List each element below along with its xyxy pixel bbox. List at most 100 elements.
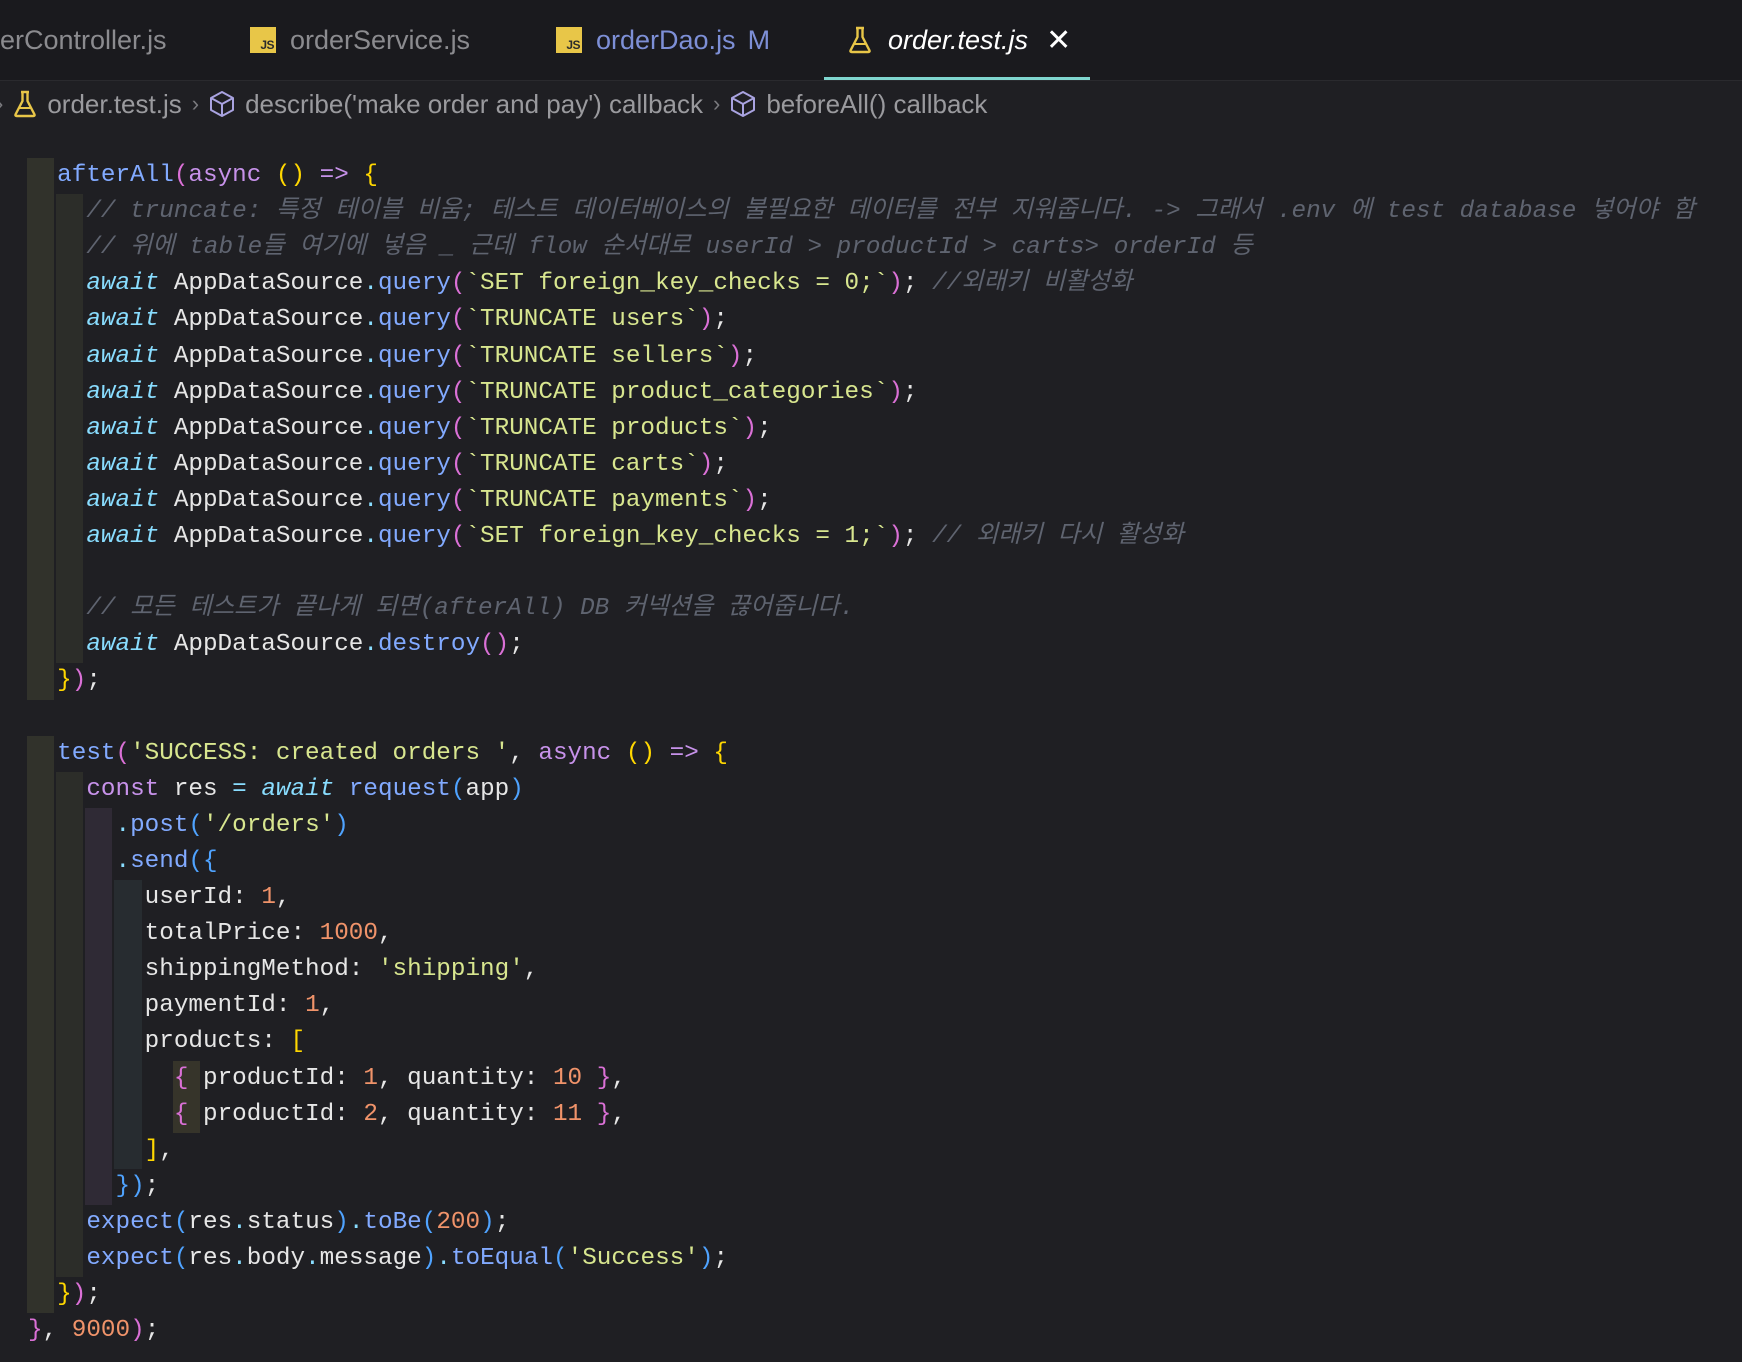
code-token: 1000 — [319, 920, 378, 948]
code-token: ; — [494, 1208, 510, 1236]
code-token: : — [261, 1028, 291, 1056]
code-token: ) — [130, 1317, 145, 1345]
code-editor[interactable]: afterAll(async () => { // truncate: 특정 테… — [0, 142, 1742, 1362]
code-token: } — [28, 1317, 43, 1345]
code-token: ( — [450, 450, 466, 478]
code-token: ) — [71, 667, 87, 695]
code-token: ) — [888, 270, 903, 298]
code-line: }); — [28, 1277, 101, 1313]
code-token: . — [363, 523, 378, 550]
code-line: { productId: 1, quantity: 10 }, — [28, 1061, 626, 1097]
code-token: query — [377, 523, 451, 550]
code-token: , — [319, 992, 335, 1020]
code-token: ( — [450, 306, 466, 334]
code-token: AppDataSource — [159, 342, 364, 370]
code-token: ) — [742, 486, 758, 514]
code-token: , quantity — [377, 1100, 524, 1128]
breadcrumb-item-file[interactable]: order.test.js — [13, 88, 182, 120]
code-token: // 위에 table들 여기에 넣음 _ 근데 flow 순서대로 userI… — [86, 234, 1253, 262]
code-line: { productId: 2, quantity: 11 }, — [28, 1097, 626, 1133]
code-token: AppDataSource — [159, 378, 364, 406]
tab-order-test[interactable]: order.test.js ✕ — [848, 0, 1071, 80]
code-line: await AppDataSource.query(`TRUNCATE paym… — [28, 483, 771, 519]
code-token: } — [57, 1281, 72, 1309]
code-token: . — [363, 486, 378, 514]
code-token: ) — [888, 523, 903, 550]
code-token: ( — [450, 270, 466, 298]
code-token: expect — [86, 1245, 174, 1272]
code-line: totalPrice: 1000, — [28, 916, 393, 952]
code-token: ( — [450, 775, 466, 803]
code-token: . — [348, 1208, 364, 1236]
code-token: { — [173, 1064, 189, 1092]
code-token: () — [480, 631, 510, 659]
code-token: ; — [902, 270, 918, 298]
code-token: 'shipping' — [377, 956, 524, 984]
code-token: toBe — [363, 1208, 422, 1236]
code-token: : — [334, 1100, 364, 1128]
code-token: , — [377, 920, 393, 948]
code-token: 10 — [552, 1064, 583, 1092]
code-token: message — [319, 1245, 422, 1272]
code-token: AppDataSource — [159, 450, 364, 478]
breadcrumb-item-before-all[interactable]: beforeAll() callback — [730, 89, 987, 120]
test-flask-icon — [14, 90, 37, 118]
breadcrumb-item-describe[interactable]: describe('make order and pay') callback — [209, 89, 703, 120]
code-token: await — [86, 523, 160, 550]
code-token: await — [86, 631, 160, 659]
code-token: 'Success' — [567, 1245, 699, 1272]
code-token: query — [377, 486, 451, 514]
code-token: res — [188, 1208, 233, 1236]
tab-label: order.test.js — [888, 24, 1029, 55]
code-token: : — [523, 1064, 553, 1092]
breadcrumb-label: order.test.js — [47, 88, 182, 119]
tab-order-service[interactable]: JS orderService.js — [250, 0, 470, 80]
code-token: // 모든 테스트가 끝나게 되면(afterAll) DB 커넥션을 끊어줍니… — [86, 595, 855, 623]
symbol-method-icon — [731, 91, 756, 117]
code-token: //외래키 비활성화 — [917, 270, 1133, 298]
code-line: await AppDataSource.query(`TRUNCATE prod… — [28, 375, 918, 411]
close-icon[interactable]: ✕ — [1046, 23, 1071, 58]
code-token: 200 — [436, 1208, 481, 1236]
code-token: ) — [698, 450, 714, 478]
code-token: AppDataSource — [159, 486, 364, 514]
code-token: , — [509, 739, 539, 767]
code-token: . — [363, 450, 378, 478]
code-token: => — [655, 739, 714, 767]
code-token: ( — [173, 1208, 189, 1236]
code-token: '/orders' — [203, 811, 335, 839]
code-token: ) — [334, 811, 349, 839]
symbol-method-icon — [210, 91, 235, 117]
code-line: afterAll(async () => { — [28, 158, 378, 194]
code-line: const res = await request(app) — [28, 772, 524, 808]
code-token: `TRUNCATE products` — [465, 414, 743, 442]
code-token: ; — [902, 378, 918, 406]
chevron-right-icon: › — [0, 91, 3, 117]
code-token: , — [611, 1100, 626, 1128]
tab-order-dao[interactable]: JS orderDao.js M — [556, 0, 770, 80]
code-token: await — [261, 775, 335, 803]
code-token: totalPrice — [144, 920, 291, 948]
tab-controller[interactable]: erController.js — [0, 0, 167, 80]
code-token: ; — [713, 1245, 729, 1272]
code-token: destroy — [377, 631, 481, 659]
code-token: } — [57, 667, 72, 695]
code-token: toEqual — [450, 1245, 554, 1272]
code-token: { — [713, 739, 728, 767]
editor-tab-bar: erController.js JS orderService.js JS or… — [0, 0, 1742, 81]
code-line: await AppDataSource.destroy(); — [28, 627, 523, 663]
code-token: body — [246, 1245, 306, 1272]
